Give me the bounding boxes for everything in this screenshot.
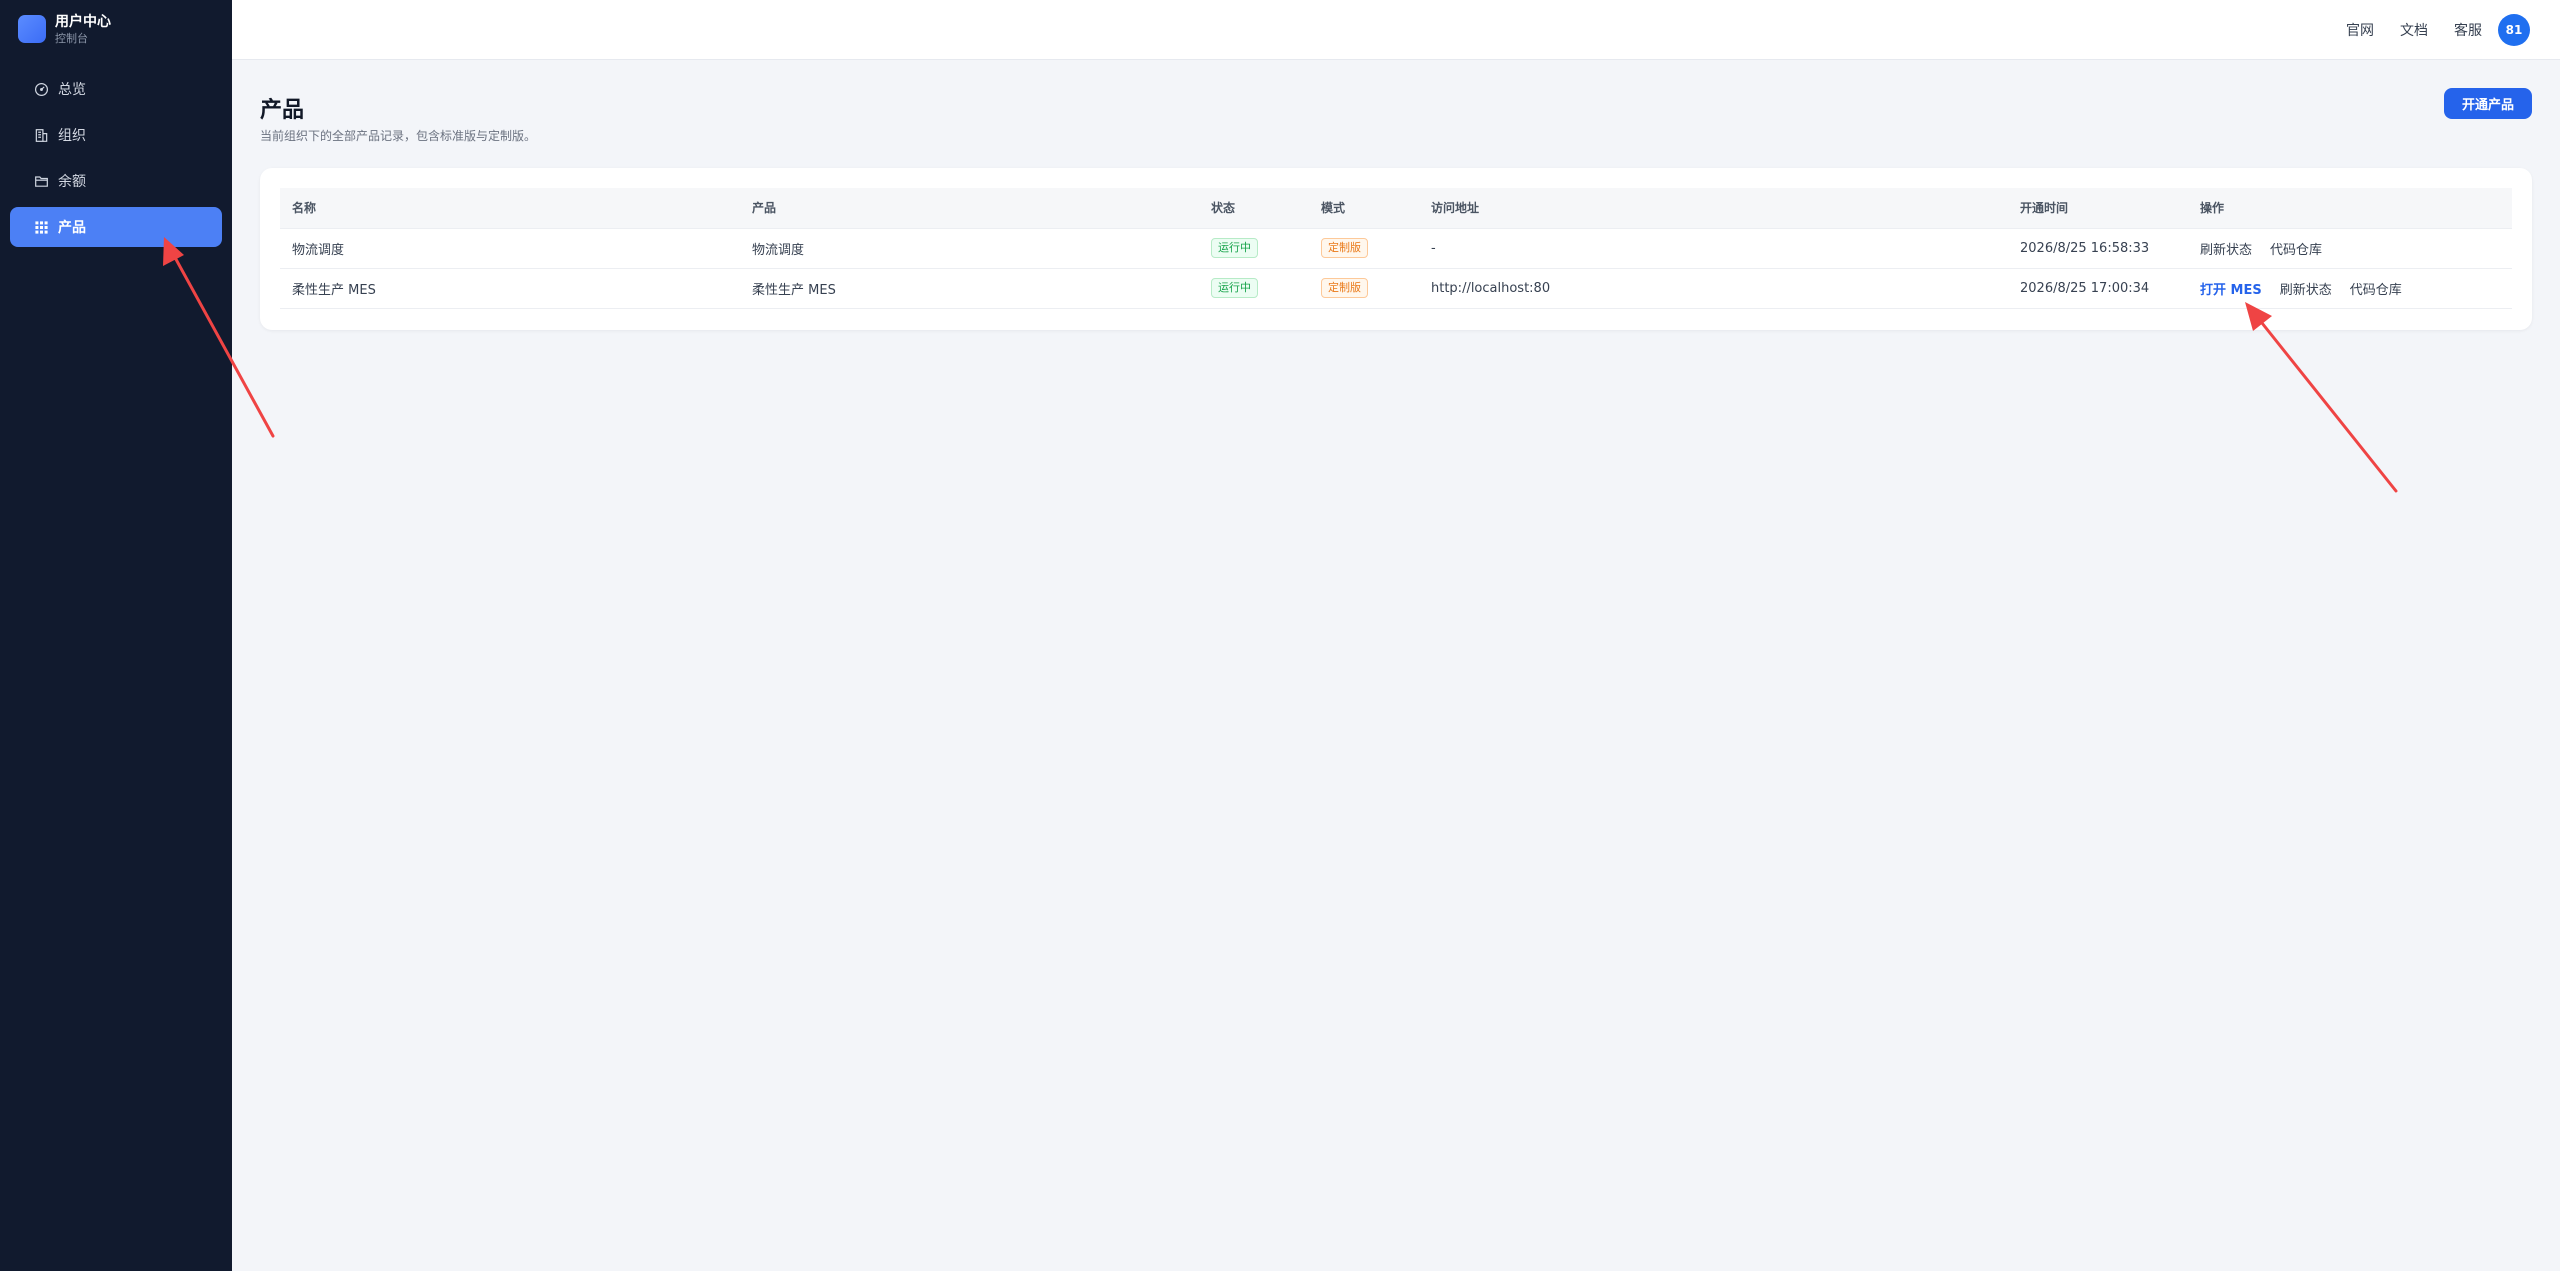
cell-name: 柔性生产 MES: [280, 268, 740, 309]
column-header-url: 访问地址: [1419, 188, 2008, 229]
cell-status: 运行中: [1199, 228, 1309, 269]
docs-link[interactable]: 文档: [2400, 20, 2428, 40]
refresh-status-link[interactable]: 刷新状态: [2280, 279, 2332, 298]
cell-url: -: [1419, 228, 2008, 269]
column-header-mode: 模式: [1309, 188, 1419, 229]
sidebar-item-label: 余额: [58, 174, 86, 190]
cell-url: http://localhost:80: [1419, 268, 2008, 309]
brand-text: 用户中心 控制台: [55, 14, 111, 45]
folder-icon: [33, 173, 49, 189]
sidebar-item-products[interactable]: 产品: [10, 207, 222, 247]
mode-badge: 定制版: [1321, 278, 1368, 298]
topbar: 官网 文档 客服 81: [232, 0, 2560, 60]
brand[interactable]: 用户中心 控制台: [18, 14, 111, 45]
status-badge: 运行中: [1211, 238, 1258, 258]
sidebar-item-organization[interactable]: 组织: [10, 115, 222, 155]
sidebar-item-overview[interactable]: 总览: [10, 69, 222, 109]
code-repo-link[interactable]: 代码仓库: [2350, 279, 2402, 298]
avatar[interactable]: 81: [2498, 14, 2530, 46]
refresh-status-link[interactable]: 刷新状态: [2200, 239, 2252, 258]
sidebar-nav: 总览 组织 余额 产品: [10, 69, 222, 253]
column-header-name: 名称: [280, 188, 740, 229]
mode-badge: 定制版: [1321, 238, 1368, 258]
cell-mode: 定制版: [1309, 268, 1419, 309]
brand-title: 用户中心: [55, 13, 111, 30]
table-row: 柔性生产 MES 柔性生产 MES 运行中 定制版 http://localho…: [280, 268, 2512, 309]
cell-opened-at: 2026/8/25 17:00:34: [2008, 268, 2188, 309]
grid-icon: [33, 219, 49, 235]
column-header-product: 产品: [740, 188, 1199, 229]
cell-mode: 定制版: [1309, 228, 1419, 269]
status-badge: 运行中: [1211, 278, 1258, 298]
open-mes-link[interactable]: 打开 MES: [2200, 279, 2262, 298]
cell-status: 运行中: [1199, 268, 1309, 309]
table-row: 物流调度 物流调度 运行中 定制版 - 2026/8/25 16:58:33 刷…: [280, 228, 2512, 269]
cell-product: 柔性生产 MES: [740, 268, 1199, 309]
sidebar-item-label: 产品: [58, 220, 86, 236]
building-icon: [33, 127, 49, 143]
cell-opened-at: 2026/8/25 16:58:33: [2008, 228, 2188, 269]
products-table: 名称 产品 状态 模式 访问地址 开通时间 操作 物流调度 物流调度 运行中 定…: [280, 188, 2512, 309]
cell-name: 物流调度: [280, 228, 740, 269]
open-product-button[interactable]: 开通产品: [2444, 88, 2532, 119]
sidebar-item-balance[interactable]: 余额: [10, 161, 222, 201]
annotation-arrow-open-mes: [2245, 302, 2398, 493]
code-repo-link[interactable]: 代码仓库: [2270, 239, 2322, 258]
topbar-links: 官网 文档 客服 81: [2320, 14, 2530, 46]
gauge-icon: [33, 81, 49, 97]
cell-product: 物流调度: [740, 228, 1199, 269]
cell-actions: 刷新状态 代码仓库: [2188, 228, 2512, 269]
official-site-link[interactable]: 官网: [2346, 20, 2374, 40]
brand-subtitle: 控制台: [55, 31, 88, 45]
products-card: 名称 产品 状态 模式 访问地址 开通时间 操作 物流调度 物流调度 运行中 定…: [260, 168, 2532, 330]
table-header-row: 名称 产品 状态 模式 访问地址 开通时间 操作: [280, 188, 2512, 229]
page-description: 当前组织下的全部产品记录，包含标准版与定制版。: [260, 129, 537, 143]
brand-logo: [18, 15, 46, 43]
sidebar-item-label: 总览: [58, 82, 86, 98]
sidebar: 用户中心 控制台 总览 组织 余额 产品: [0, 0, 232, 1271]
column-header-actions: 操作: [2188, 188, 2512, 229]
support-link[interactable]: 客服: [2454, 20, 2482, 40]
cell-actions: 打开 MES 刷新状态 代码仓库: [2188, 268, 2512, 309]
sidebar-item-label: 组织: [58, 128, 86, 144]
page-title: 产品: [260, 98, 305, 123]
column-header-opened-at: 开通时间: [2008, 188, 2188, 229]
column-header-status: 状态: [1199, 188, 1309, 229]
